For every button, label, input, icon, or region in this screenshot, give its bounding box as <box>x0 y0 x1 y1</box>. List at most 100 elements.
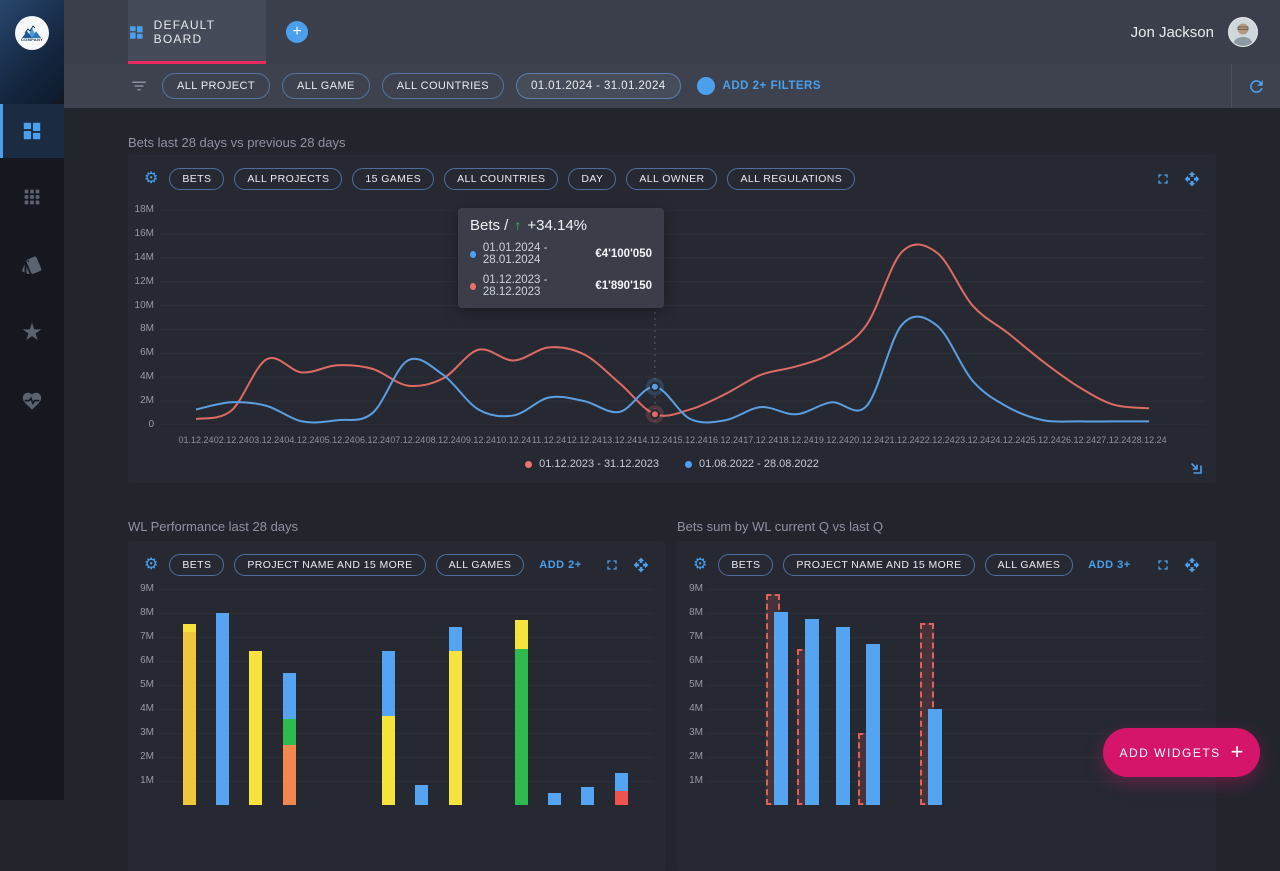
widget-filter-chip[interactable]: ALL OWNER <box>626 168 717 190</box>
tab-default-board[interactable]: DEFAULT BOARD <box>128 0 266 64</box>
bar-segment-yellow <box>515 620 528 649</box>
y-tick-label: 7M <box>128 631 154 642</box>
widget-filter-chip[interactable]: ALL REGULATIONS <box>727 168 855 190</box>
gridline <box>158 613 653 614</box>
tooltip-row: 01.01.2024 - 28.01.2024 €4'100'050 <box>470 242 652 266</box>
y-tick-label: 2M <box>128 395 154 406</box>
y-tick-label: 4M <box>677 703 703 714</box>
fullscreen-icon[interactable] <box>1155 171 1171 187</box>
move-icon[interactable] <box>1184 171 1200 187</box>
sidebar: COMPANY ★ <box>0 0 64 800</box>
filter-chip[interactable]: ALL GAME <box>282 73 370 99</box>
avatar[interactable] <box>1228 17 1258 47</box>
y-tick-label: 10M <box>128 300 154 311</box>
gridline <box>158 637 653 638</box>
y-tick-label: 4M <box>128 371 154 382</box>
y-tick-label: 1M <box>128 775 154 786</box>
legend-item[interactable]: 01.08.2022 - 28.08.2022 <box>685 458 819 470</box>
bar-current-quarter <box>805 619 819 805</box>
filter-chip[interactable]: ALL PROJECT <box>162 73 270 99</box>
bar-segment-blue <box>449 627 462 651</box>
bar-segment-blue <box>548 793 561 805</box>
gridline <box>158 685 653 686</box>
gear-icon[interactable]: ⚙ <box>144 171 158 187</box>
global-filter-bar: ALL PROJECT ALL GAME ALL COUNTRIES 01.01.20… <box>64 64 1280 108</box>
bar-segment-gold <box>183 632 196 805</box>
refresh-button[interactable] <box>1231 64 1280 108</box>
grid-icon <box>21 186 43 208</box>
widget-bets-sum: ⚙ BETSPROJECT NAME AND 15 MOREALL GAMES … <box>677 541 1216 871</box>
y-tick-label: 2M <box>677 751 703 762</box>
widget-filter-chip[interactable]: DAY <box>568 168 616 190</box>
bar-current-quarter <box>866 644 880 805</box>
widget-filter-chip[interactable]: ALL COUNTRIES <box>444 168 558 190</box>
logo-text: COMPANY <box>21 37 43 42</box>
resize-handle-icon[interactable] <box>1187 459 1203 475</box>
chart-legend: 01.12.2023 - 31.12.2023 01.08.2022 - 28.0… <box>128 458 1216 470</box>
add-filters-button[interactable]: + ADD 2+ FILTERS <box>697 77 821 95</box>
top-bar: DEFAULT BOARD + Jon Jackson <box>64 0 1280 64</box>
section-title-bets-sum: Bets sum by WL current Q vs last Q <box>677 519 883 534</box>
dashboard-icon <box>128 24 145 41</box>
legend-dot <box>685 461 692 468</box>
y-tick-label: 18M <box>128 204 154 215</box>
y-tick-label: 0 <box>128 419 154 430</box>
company-logo[interactable]: COMPANY <box>15 16 49 50</box>
bar-segment-orange <box>283 745 296 805</box>
bar-segment-blue <box>415 785 428 805</box>
tooltip-row: 01.12.2023 - 28.12.2023€1'890'150 <box>470 274 652 298</box>
widget-filter-chip[interactable]: ALL PROJECTS <box>234 168 342 190</box>
y-tick-label: 4M <box>128 703 154 714</box>
y-tick-label: 16M <box>128 228 154 239</box>
dashboard-content: Bets last 28 days vs previous 28 days ⚙ … <box>64 108 1280 800</box>
bar-current-quarter <box>774 612 788 805</box>
bar-segment-blue <box>615 773 628 791</box>
sidebar-item-dashboard[interactable] <box>0 104 64 158</box>
add-board-button[interactable]: + <box>286 21 308 43</box>
health-icon <box>21 390 43 412</box>
widget-filter-chip[interactable]: BETS <box>169 168 224 190</box>
y-tick-label: 5M <box>677 679 703 690</box>
refresh-icon <box>1247 77 1266 96</box>
y-tick-label: 1M <box>677 775 703 786</box>
bar-segment-blue <box>382 651 395 716</box>
bar-segment-blue <box>283 673 296 719</box>
y-tick-label: 9M <box>677 583 703 594</box>
gridline <box>707 589 1204 590</box>
legend-label: 01.08.2022 - 28.08.2022 <box>699 458 819 470</box>
stacked-bar-chart: 9M8M7M6M5M4M3M2M1M <box>128 541 665 871</box>
plus-icon: + <box>292 24 301 40</box>
section-title-wl: WL Performance last 28 days <box>128 519 298 534</box>
sidebar-item-reports[interactable] <box>0 170 64 224</box>
dashboard-icon <box>21 120 43 142</box>
tooltip-range: 01.01.2024 - 28.01.2024 <box>483 242 588 266</box>
add-widgets-button[interactable]: ADD WIDGETS + <box>1103 728 1260 777</box>
gridline <box>158 757 653 758</box>
y-tick-label: 9M <box>128 583 154 594</box>
user-menu[interactable]: Jon Jackson <box>1131 0 1258 64</box>
date-range-chip[interactable]: 01.01.2024 - 31.01.2024 <box>516 73 681 99</box>
tooltip-value: €4'100'050 <box>595 248 652 260</box>
mountains-icon <box>21 24 43 38</box>
sidebar-item-cards[interactable] <box>0 238 64 292</box>
gridline <box>158 733 653 734</box>
y-tick-label: 7M <box>677 631 703 642</box>
cards-icon <box>21 254 43 276</box>
y-tick-label: 5M <box>128 679 154 690</box>
logo-block: COMPANY <box>0 0 64 104</box>
sidebar-item-favorites[interactable]: ★ <box>0 306 64 360</box>
y-tick-label: 3M <box>128 727 154 738</box>
widget-filter-chip[interactable]: 15 GAMES <box>352 168 434 190</box>
bar-segment-green <box>515 649 528 805</box>
bar-segment-red <box>615 791 628 805</box>
bar-segment-blue <box>581 787 594 805</box>
sidebar-item-health[interactable] <box>0 374 64 428</box>
legend-item[interactable]: 01.12.2023 - 31.12.2023 <box>525 458 659 470</box>
filter-icon <box>130 77 148 95</box>
filter-chip[interactable]: ALL COUNTRIES <box>382 73 504 99</box>
bar-segment-yellow <box>183 624 196 632</box>
add-widgets-label: ADD WIDGETS <box>1119 746 1220 760</box>
legend-label: 01.12.2023 - 31.12.2023 <box>539 458 659 470</box>
tooltip-range: 01.12.2023 - 28.12.2023 <box>483 274 588 298</box>
star-icon: ★ <box>21 321 43 345</box>
